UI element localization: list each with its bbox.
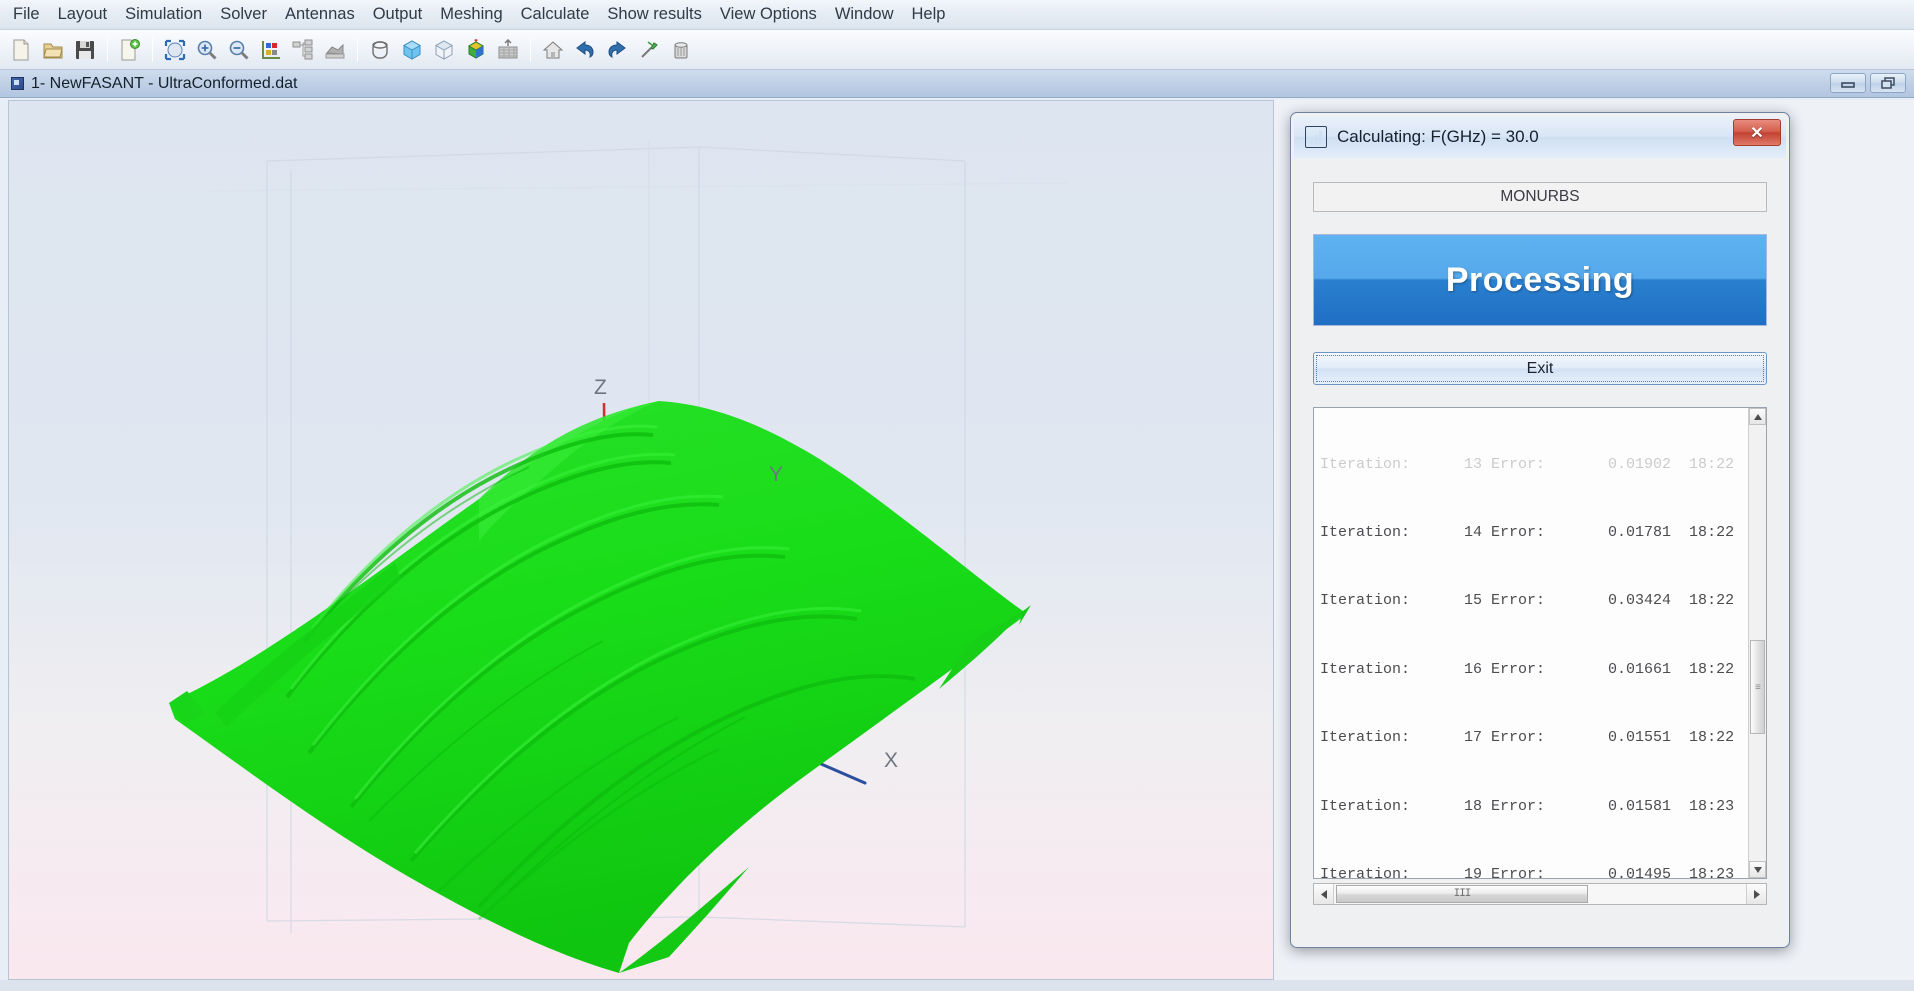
menu-item-help[interactable]: Help (903, 3, 955, 26)
iteration-log-panel: Iteration: 13 Error: 0.01902 18:22 Itera… (1313, 407, 1767, 879)
new-file-icon[interactable] (6, 35, 36, 65)
menu-item-calculate[interactable]: Calculate (512, 3, 599, 26)
log-line: Iteration: 15 Error: 0.03424 18:22 (1320, 592, 1735, 610)
document-window-icon (11, 77, 24, 90)
log-line: Iteration: 19 Error: 0.01495 18:23 (1320, 865, 1735, 878)
y-axis-label: Y (769, 463, 784, 486)
restore-button[interactable] (1870, 73, 1906, 93)
home-view-icon[interactable] (538, 35, 568, 65)
log-line: Iteration: 14 Error: 0.01781 18:22 (1320, 523, 1735, 541)
menu-item-output[interactable]: Output (364, 3, 432, 26)
new-project-icon[interactable] (115, 35, 145, 65)
menu-item-solver[interactable]: Solver (211, 3, 276, 26)
scroll-thumb-grip-icon: ≡ (1755, 683, 1762, 694)
app-icon (1305, 126, 1327, 148)
log-horizontal-scrollbar[interactable]: III (1313, 883, 1767, 905)
shaded-solid-icon[interactable] (320, 35, 350, 65)
horizontal-scroll-track[interactable]: III (1334, 884, 1746, 904)
z-axis-label: Z (594, 376, 607, 399)
dialog-title-bar[interactable]: Calculating: F(GHz) = 30.0 ✕ (1294, 116, 1786, 158)
iteration-log-text[interactable]: Iteration: 13 Error: 0.01902 18:22 Itera… (1314, 408, 1748, 878)
document-title: 1- NewFASANT - UltraConformed.dat (31, 74, 298, 92)
horizontal-scroll-thumb[interactable]: III (1336, 885, 1588, 903)
toolbar-separator (107, 37, 108, 62)
log-vertical-scrollbar[interactable]: ≡ (1748, 408, 1766, 878)
zoom-in-icon[interactable] (192, 35, 222, 65)
redo-icon[interactable] (602, 35, 632, 65)
hscroll-thumb-grip-icon: III (1453, 888, 1472, 900)
calculating-dialog: Calculating: F(GHz) = 30.0 ✕ MONURBS Pro… (1290, 112, 1790, 948)
menu-bar: File Layout Simulation Solver Antennas O… (0, 0, 1914, 30)
menu-item-view-options[interactable]: View Options (711, 3, 826, 26)
minimize-button[interactable] (1830, 73, 1866, 93)
wireframe-box-icon[interactable] (365, 35, 395, 65)
3d-viewport[interactable]: Z Y X (8, 100, 1274, 980)
toolbar-separator (357, 37, 358, 62)
log-line: Iteration: 16 Error: 0.01661 18:22 (1320, 660, 1735, 678)
scroll-down-arrow-icon[interactable] (1749, 861, 1766, 878)
close-icon[interactable]: ✕ (1733, 119, 1781, 146)
scroll-right-arrow-icon[interactable] (1746, 884, 1766, 904)
status-strip (0, 980, 1914, 991)
exit-button-label: Exit (1526, 359, 1554, 377)
menu-item-antennas[interactable]: Antennas (276, 3, 364, 26)
menu-item-window[interactable]: Window (826, 3, 903, 26)
measure-icon[interactable] (634, 35, 664, 65)
solver-name-field: MONURBS (1313, 182, 1767, 212)
scroll-up-arrow-icon[interactable] (1749, 408, 1766, 425)
menu-item-file[interactable]: File (4, 3, 49, 26)
delete-trash-icon[interactable] (666, 35, 696, 65)
menu-item-meshing[interactable]: Meshing (431, 3, 511, 26)
fit-view-icon[interactable] (160, 35, 190, 65)
mesh-plane-icon[interactable] (493, 35, 523, 65)
zoom-out-icon[interactable] (224, 35, 254, 65)
menu-item-simulation[interactable]: Simulation (116, 3, 211, 26)
chart-colors-icon[interactable] (256, 35, 286, 65)
solid-cube-icon[interactable] (397, 35, 427, 65)
application-window: File Layout Simulation Solver Antennas O… (0, 0, 1914, 991)
vertical-scroll-thumb[interactable]: ≡ (1750, 640, 1765, 734)
conformed-surface (169, 401, 1031, 973)
menu-item-show-results[interactable]: Show results (598, 3, 710, 26)
color-cube-icon[interactable] (461, 35, 491, 65)
tree-view-icon[interactable] (288, 35, 318, 65)
undo-icon[interactable] (570, 35, 600, 65)
dialog-title: Calculating: F(GHz) = 30.0 (1337, 127, 1539, 146)
transparent-cube-icon[interactable] (429, 35, 459, 65)
log-line: Iteration: 13 Error: 0.01902 18:22 (1320, 455, 1735, 473)
status-text: Processing (1445, 260, 1635, 299)
open-folder-icon[interactable] (38, 35, 68, 65)
toolbar-separator (152, 37, 153, 62)
log-line: Iteration: 18 Error: 0.01581 18:23 (1320, 797, 1735, 815)
dialog-body: MONURBS Processing Exit Iteration: 13 Er… (1291, 158, 1789, 905)
toolbar (0, 30, 1914, 70)
document-window-controls (1830, 73, 1906, 93)
menu-item-layout[interactable]: Layout (49, 3, 117, 26)
document-title-bar: 1- NewFASANT - UltraConformed.dat (0, 70, 1914, 98)
3d-model-canvas (169, 141, 1070, 973)
log-line: Iteration: 17 Error: 0.01551 18:22 (1320, 729, 1735, 747)
x-axis-label: X (884, 749, 899, 772)
status-banner: Processing (1313, 234, 1767, 326)
scroll-left-arrow-icon[interactable] (1314, 884, 1334, 904)
toolbar-separator (530, 37, 531, 62)
exit-button[interactable]: Exit (1313, 352, 1767, 385)
save-disk-icon[interactable] (70, 35, 100, 65)
